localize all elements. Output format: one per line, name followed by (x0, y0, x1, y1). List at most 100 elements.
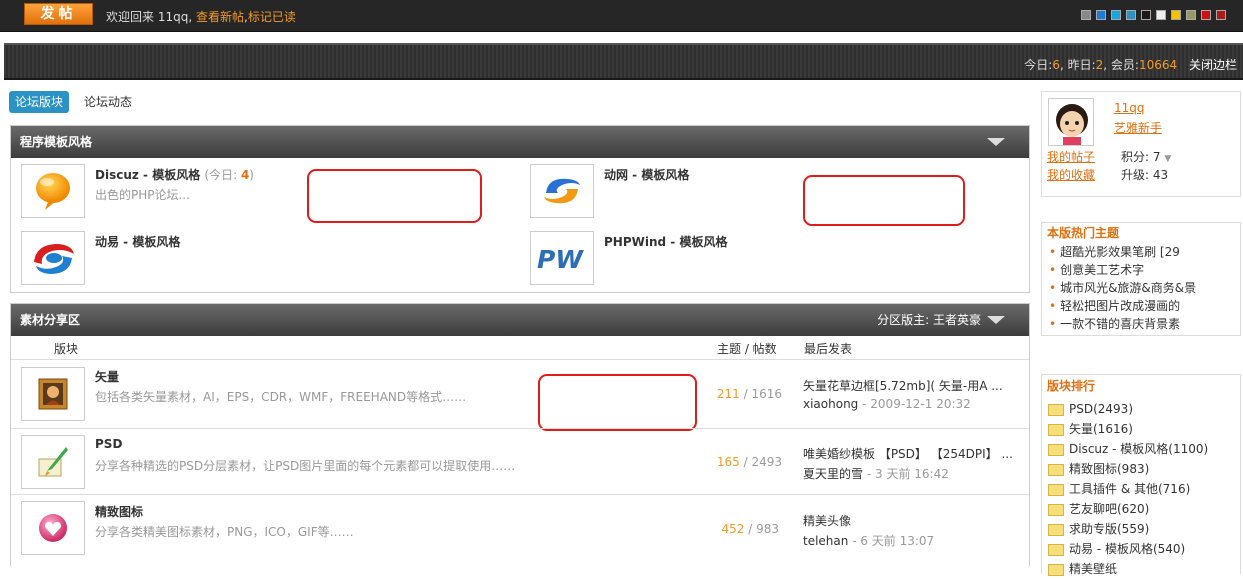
mark-read-link[interactable]: 标记已读 (248, 10, 296, 24)
close-sidebar-link[interactable]: 关闭边栏 (1189, 58, 1237, 72)
hot-topic-title[interactable]: 城市风光&旅游&商务&景 (1060, 281, 1196, 295)
ranking-label[interactable]: 动易 - 模板风格(540) (1069, 542, 1185, 556)
ranking-item[interactable]: Discuz - 模板风格(1100) (1048, 439, 1240, 459)
last-post-title[interactable]: 矢量花草边框[5.72mb]( 矢量-用A ... (803, 377, 1028, 394)
hot-topic-title[interactable]: 轻松把图片改成漫画的 (1060, 299, 1180, 313)
post-button[interactable]: 发帖 (24, 3, 93, 25)
forum-name[interactable]: Discuz - 模板风格 (95, 168, 200, 182)
skin-swatch-7[interactable] (1186, 10, 1196, 20)
ranking-label[interactable]: Discuz - 模板风格(1100) (1069, 442, 1208, 456)
skin-swatch-2[interactable] (1111, 10, 1121, 20)
moderator-name[interactable]: 王者英豪 (933, 313, 981, 327)
folder-icon (1048, 423, 1064, 436)
ranking-item[interactable]: 工具插件 & 其他(716) (1048, 479, 1240, 499)
hot-topic-item[interactable]: • 创意美工艺术字 (1049, 261, 1240, 279)
skin-swatch-9[interactable] (1216, 10, 1226, 20)
topic-count: 165 (716, 455, 740, 469)
forum-icon-discuz[interactable] (21, 164, 85, 218)
last-post-user[interactable]: 夏天里的雪 (803, 467, 863, 481)
svg-text:PW: PW (537, 245, 584, 273)
hot-topic-item[interactable]: • 轻松把图片改成漫画的 (1049, 297, 1240, 315)
view-new-posts-link[interactable]: 查看新帖 (196, 10, 244, 24)
ranking-item[interactable]: PSD(2493) (1048, 399, 1240, 419)
ranking-item[interactable]: 矢量(1616) (1048, 419, 1240, 439)
tab-activity[interactable]: 论坛动态 (78, 91, 138, 113)
collapse-toggle-icon[interactable] (987, 316, 1005, 324)
stats-bar: 今日:6, 昨日:2, 会员:10664 关闭边栏 (4, 43, 1243, 80)
ranking-item[interactable]: 精致图标(983) (1048, 459, 1240, 479)
folder-icon (1048, 403, 1064, 416)
ranking-label[interactable]: 艺友聊吧(620) (1069, 502, 1149, 516)
last-post-title[interactable]: 唯美婚纱模板 【PSD】 【254DPI】 ... (803, 445, 1028, 462)
my-posts-link[interactable]: 我的帖子 (1047, 148, 1095, 165)
skin-swatch-5[interactable] (1156, 10, 1166, 20)
username[interactable]: 11qq (1114, 101, 1145, 115)
post-count: / 2493 (743, 455, 782, 469)
topic-post-counts: 165 / 2493 (692, 455, 782, 469)
ranking-label[interactable]: 工具插件 & 其他(716) (1069, 482, 1190, 496)
ranking-label[interactable]: 矢量(1616) (1069, 422, 1133, 436)
highlight-box (538, 374, 697, 431)
last-post-user[interactable]: telehan (803, 534, 848, 548)
avatar[interactable] (1048, 98, 1094, 146)
chevron-down-icon: ▼ (1164, 154, 1172, 164)
portrait-frame-icon (38, 378, 68, 410)
ranking-label[interactable]: 精致图标(983) (1069, 462, 1149, 476)
forum-title[interactable]: Discuz - 模板风格 (今日: 4) (95, 166, 254, 183)
ranking-item[interactable]: 艺友聊吧(620) (1048, 499, 1240, 519)
last-post-time: - 2009-12-1 20:32 (862, 397, 971, 411)
collapse-toggle-icon[interactable] (987, 138, 1005, 146)
welcome-message: 欢迎回来 11qq, 查看新帖,标记已读 (106, 8, 296, 25)
forum-icon-phpwind[interactable]: PW (530, 231, 594, 285)
forum-description: 出色的PHP论坛... (95, 188, 190, 202)
forum-name[interactable]: 矢量 (95, 368, 119, 385)
skin-swatch-8[interactable] (1201, 10, 1211, 20)
ranking-item[interactable]: 动易 - 模板风格(540) (1048, 539, 1240, 559)
forum-stats: 今日:6, 昨日:2, 会员:10664 关闭边栏 (1024, 56, 1237, 73)
hot-topic-title[interactable]: 创意美工艺术字 (1060, 263, 1144, 277)
last-post-user[interactable]: xiaohong (803, 397, 858, 411)
forum-description: 分享各种精选的PSD分层素材，让PSD图片里面的每个元素都可以提取使用…… (95, 459, 516, 473)
forum-name[interactable]: 精致图标 (95, 503, 143, 520)
forum-icon-dongyi[interactable] (21, 231, 85, 285)
forum-icon-dvbbs[interactable] (530, 164, 594, 218)
forum-title[interactable]: 动网 - 模板风格 (604, 166, 689, 183)
hot-topic-item[interactable]: • 超酷光影效果笔刷 [29 (1049, 243, 1240, 261)
forum-icon-psd[interactable] (21, 435, 85, 489)
folder-icon (1048, 503, 1064, 516)
welcome-text: 欢迎回来 11qq, (106, 10, 193, 24)
user-level[interactable]: 艺雅新手 (1114, 119, 1162, 136)
folder-icon (1048, 563, 1064, 576)
forum-ranking-panel: 版块排行 PSD(2493) 矢量(1616) Discuz - 模板风格(11… (1041, 374, 1241, 576)
forum-title[interactable]: 动易 - 模板风格 (95, 233, 180, 250)
tab-forums[interactable]: 论坛版块 (9, 91, 70, 113)
forum-icon-vector[interactable] (21, 367, 85, 421)
forum-description: 包括各类矢量素材，AI，EPS，CDR，WMF，FREEHAND等格式…… (95, 390, 467, 404)
forum-title[interactable]: PHPWind - 模板风格 (604, 233, 727, 250)
skin-swatch-1[interactable] (1096, 10, 1106, 20)
forum-name[interactable]: PSD (95, 437, 122, 451)
skin-swatch-0[interactable] (1081, 10, 1091, 20)
ranking-label[interactable]: PSD(2493) (1069, 402, 1133, 416)
folder-icon (1048, 523, 1064, 536)
ranking-item[interactable]: 精美壁纸 (1048, 559, 1240, 579)
hot-topic-title[interactable]: 超酷光影效果笔刷 [29 (1060, 245, 1180, 259)
hot-topic-title[interactable]: 一款不错的喜庆背景素 (1060, 317, 1180, 331)
skin-swatch-4[interactable] (1141, 10, 1151, 20)
skin-swatch-6[interactable] (1171, 10, 1181, 20)
skin-swatch-3[interactable] (1126, 10, 1136, 20)
hot-topic-item[interactable]: • 一款不错的喜庆背景素 (1049, 315, 1240, 333)
points-info[interactable]: 积分: 7 ▼ (1121, 148, 1171, 165)
pw-logo-icon: PW (537, 245, 584, 273)
today-label: 今日: (1024, 58, 1053, 72)
today-posts: (今日: 4) (204, 168, 254, 182)
my-favorites-link[interactable]: 我的收藏 (1047, 166, 1095, 183)
ranking-label[interactable]: 求助专版(559) (1069, 522, 1149, 536)
moderator-info: 分区版主: 王者英豪 (877, 304, 981, 336)
hot-topic-item[interactable]: • 城市风光&旅游&商务&景 (1049, 279, 1240, 297)
forum-icon-icons[interactable] (21, 501, 85, 555)
ranking-item[interactable]: 求助专版(559) (1048, 519, 1240, 539)
ranking-label[interactable]: 精美壁纸 (1069, 562, 1117, 576)
forum-tabs: 论坛版块 论坛动态 (9, 91, 138, 113)
last-post-title[interactable]: 精美头像 (803, 512, 1028, 529)
